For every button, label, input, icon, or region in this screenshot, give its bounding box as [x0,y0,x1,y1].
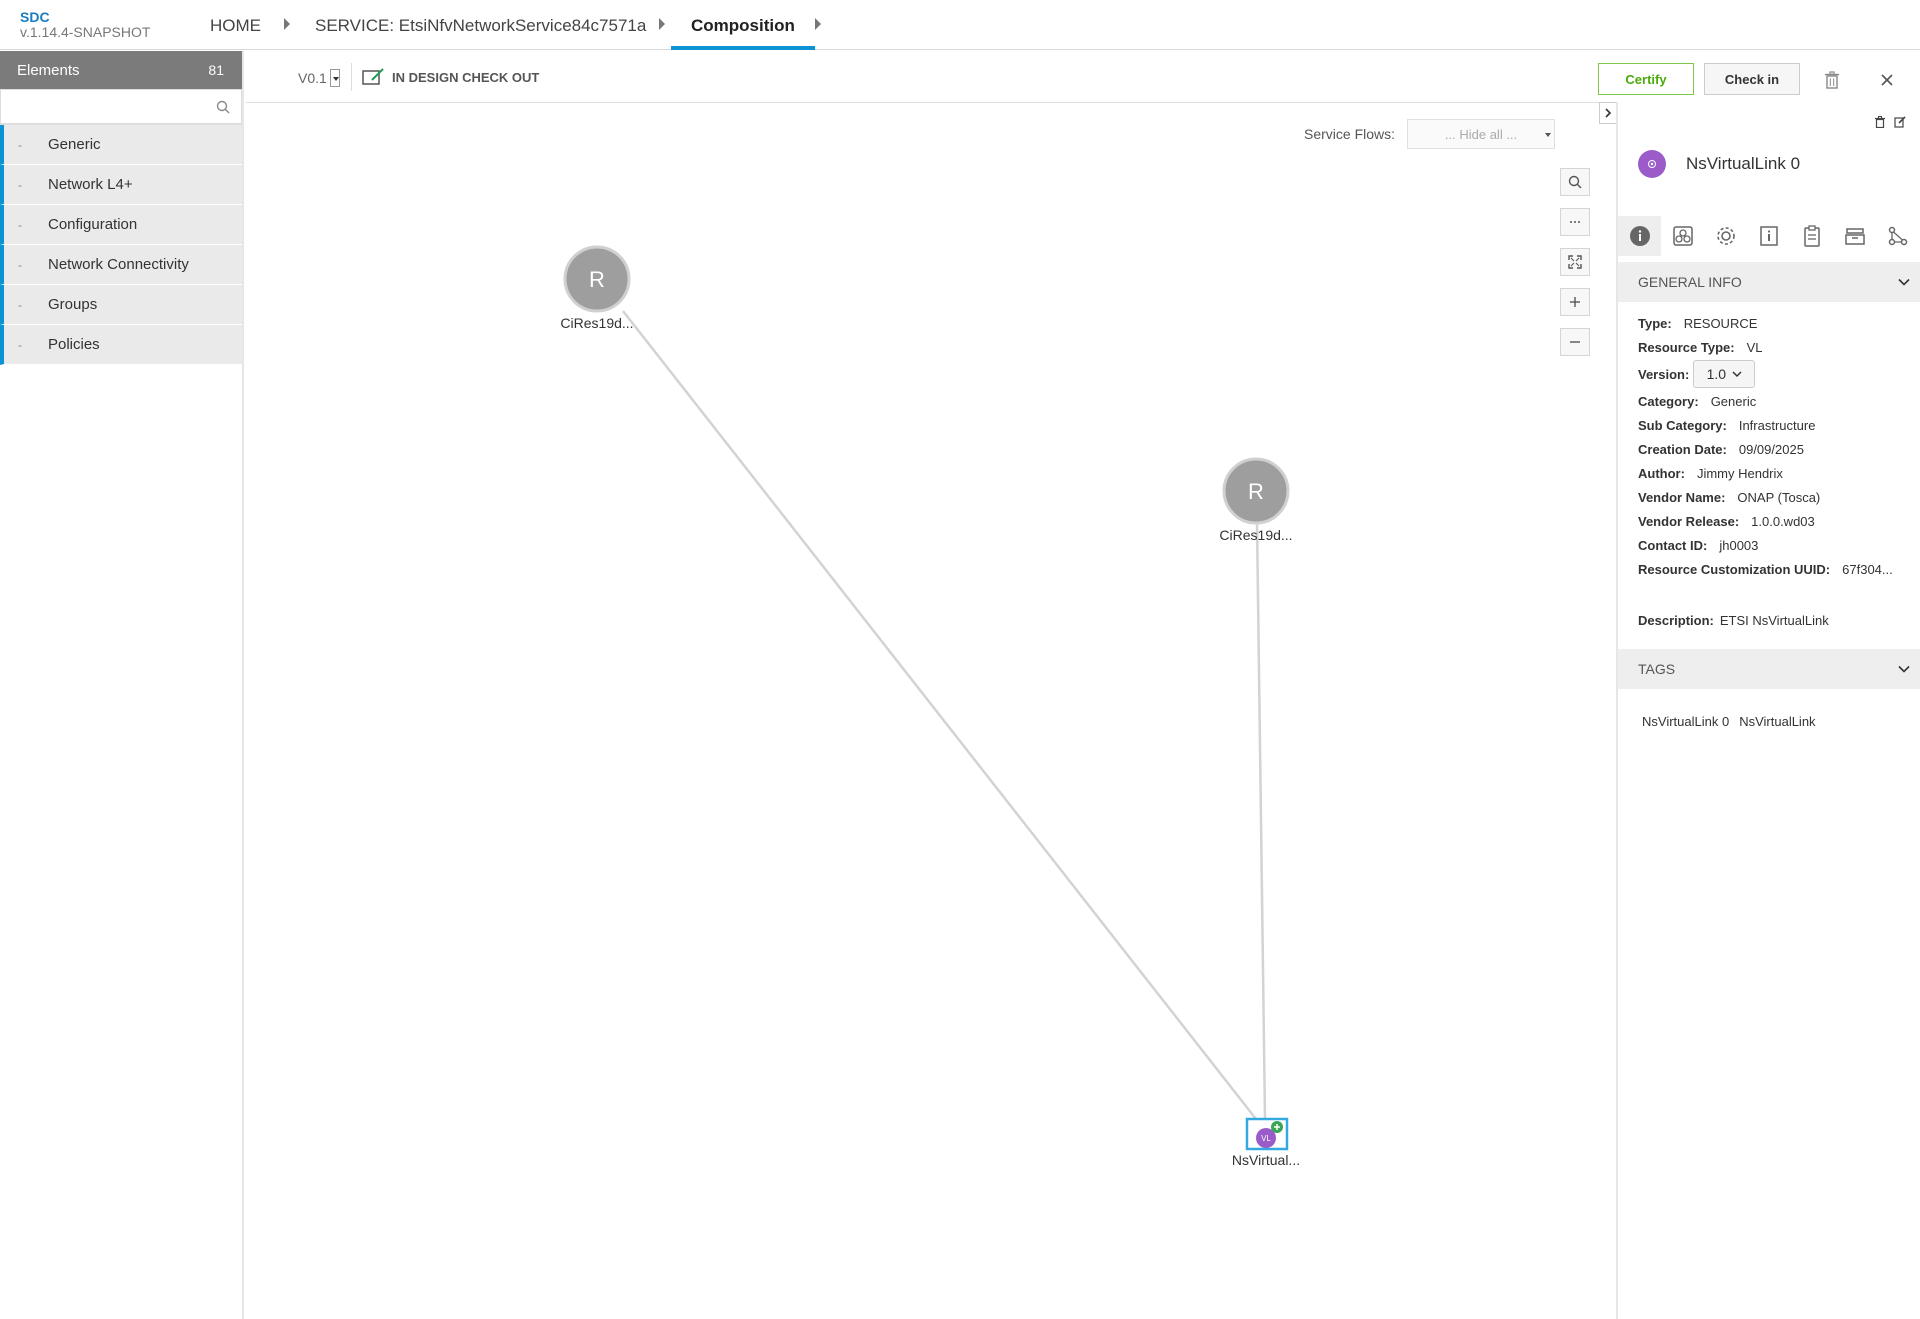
component-name: NsVirtualLink 0 [1686,154,1801,173]
composition-graph: R R VL [563,245,1290,1151]
general-info-header[interactable]: GENERAL INFO [1618,262,1920,302]
version-dropdown[interactable]: 1.0 [1693,360,1756,388]
palette-header: Elements 81 [0,51,242,89]
info-row-resource-type: Resource Type: VL [1638,339,1763,355]
breadcrumb-home[interactable]: HOME [210,16,261,50]
general-info-body: Type: RESOURCE Resource Type: VL Version… [1638,311,1893,632]
general-info-title: GENERAL INFO [1638,274,1742,290]
app-version: v.1.14.4-SNAPSHOT [20,24,151,40]
app-logo[interactable]: SDC v.1.14.4-SNAPSHOT [20,10,150,40]
info-row-creation-date: Creation Date: 09/09/2025 [1638,441,1804,457]
tab-deployment-artifacts[interactable] [1661,216,1704,256]
collapse-dash-icon: - [18,177,22,192]
tab-requirements[interactable] [1790,216,1833,256]
relations-icon [1888,226,1907,246]
tab-information-artifacts[interactable] [1747,216,1790,256]
category-label: Configuration [48,216,138,233]
palette-title: Elements [17,61,80,79]
info-row-customization-uuid: Resource Customization UUID: 67f304... [1638,561,1893,577]
category-label: Network L4+ [48,176,133,193]
node-cires-2[interactable]: R [1222,457,1290,525]
palette-search-input[interactable] [0,89,242,124]
collapse-dash-icon: - [18,337,22,352]
palette-count: 81 [208,62,224,78]
tags-list: NsVirtualLink 0 NsVirtualLink [1642,714,1816,729]
category-label: Generic [48,136,101,153]
collapse-dash-icon: - [18,297,22,312]
node-letter: R [589,267,605,292]
chevron-right-icon [1605,108,1612,118]
chevron-down-icon [1732,370,1742,377]
palette-category-configuration[interactable]: - Configuration [0,205,242,245]
info-row-description: Description: ETSI NsVirtualLink [1638,612,1829,628]
tag-item: NsVirtualLink 0 [1642,714,1730,729]
tab-properties[interactable] [1704,216,1747,256]
elements-palette: Elements 81 - Generic - Network L4+ - Co… [0,51,244,1319]
tag-item: NsVirtualLink [1739,714,1816,729]
tab-api-artifacts[interactable] [1833,216,1876,256]
collapse-dash-icon: - [18,137,22,152]
trash-icon[interactable] [1824,71,1840,89]
node-label: CiRes19d... [560,315,634,331]
component-title: NsVirtualLink 0 [1638,150,1800,178]
category-label: Network Connectivity [48,256,189,273]
breadcrumb-arrow-icon [284,18,290,30]
category-label: Groups [48,296,98,313]
trash-icon[interactable] [1874,116,1886,128]
component-avatar [1638,150,1666,178]
palette-category-network-connectivity[interactable]: - Network Connectivity [0,245,242,285]
details-panel: NsVirtualLink 0 GENERAL INFO Type: RESOU… [1616,102,1920,1319]
collapse-dash-icon: - [18,217,22,232]
info-square-icon [1759,226,1778,246]
info-row-contact-id: Contact ID: jh0003 [1638,537,1759,553]
palette-category-network-l4[interactable]: - Network L4+ [0,165,242,205]
collapse-dash-icon: - [18,257,22,272]
gear-icon [1716,227,1735,245]
breadcrumb-composition[interactable]: Composition [671,16,815,50]
info-row-sub-category: Sub Category: Infrastructure [1638,417,1816,433]
palette-category-groups[interactable]: - Groups [0,285,242,325]
info-row-version: Version: 1.0 [1638,359,1893,389]
node-label: CiRes19d... [1219,527,1293,543]
palette-category-generic[interactable]: - Generic [0,125,242,165]
close-icon[interactable] [1880,73,1894,87]
node-nsvirtuallink[interactable]: VL [1245,1117,1289,1151]
search-icon[interactable] [216,100,230,114]
tab-relations[interactable] [1876,216,1919,256]
chevron-down-icon [1898,278,1910,286]
breadcrumb-arrow-icon [659,18,665,30]
node-letter: R [1248,479,1264,504]
clipboard-icon [1803,225,1820,247]
virtual-link-icon [1648,160,1656,168]
chevron-down-icon [1898,665,1910,673]
palette-category-policies[interactable]: - Policies [0,325,242,365]
archive-icon [1844,228,1865,245]
node-label: NsVirtual... [1231,1152,1301,1168]
panel-collapse-button[interactable] [1599,102,1617,124]
edit-icon[interactable] [1894,116,1906,128]
info-row-vendor-release: Vendor Release: 1.0.0.wd03 [1638,513,1815,529]
tab-general-info[interactable] [1618,216,1661,256]
graph-edge[interactable] [622,310,1257,1120]
info-circle-icon [1629,226,1650,246]
details-tabs [1618,216,1920,256]
breadcrumb-service[interactable]: SERVICE: EtsiNfvNetworkService84c7571a [315,16,646,50]
tags-title: TAGS [1638,661,1676,677]
info-row-author: Author: Jimmy Hendrix [1638,465,1783,481]
node-cires-1[interactable]: R [563,245,631,313]
tags-header[interactable]: TAGS [1618,649,1920,689]
info-row-vendor-name: Vendor Name: ONAP (Tosca) [1638,489,1821,505]
palette-search [0,89,242,125]
check-in-button[interactable]: Check in [1704,63,1800,95]
info-row-type: Type: RESOURCE [1638,315,1758,331]
app-name: SDC [20,9,50,25]
top-header: SDC v.1.14.4-SNAPSHOT HOME SERVICE: Etsi… [0,0,1920,50]
artifacts-icon [1672,226,1693,246]
graph-edge[interactable] [1255,521,1267,1120]
category-label: Policies [48,336,100,353]
info-row-category: Category: Generic [1638,393,1757,409]
node-letter: VL [1261,1134,1271,1143]
composition-canvas[interactable]: V0.1 IN DESIGN CHECK OUT Certify Check i… [246,51,1920,1319]
breadcrumb-arrow-icon [815,18,821,30]
